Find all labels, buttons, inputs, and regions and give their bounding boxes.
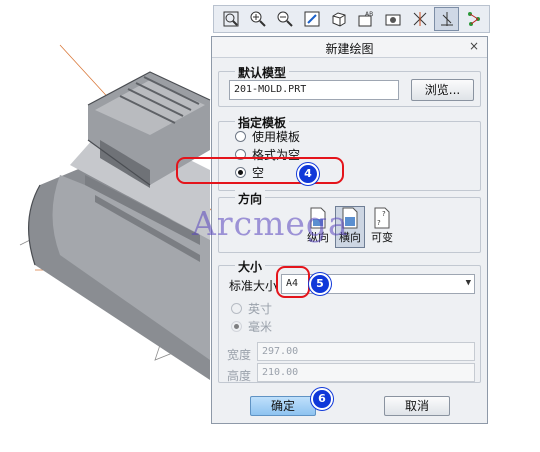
landscape-button[interactable]: 横向	[335, 206, 365, 248]
radio-button-disabled	[231, 302, 242, 314]
svg-text:AB: AB	[365, 11, 373, 18]
size-group: 大小 标准大小 A4 ▼ 英寸 毫米 宽度 297.00 高度 210.00	[218, 258, 481, 383]
variable-page-icon: ??	[374, 207, 390, 229]
variable-button[interactable]: ?? 可变	[367, 206, 397, 248]
radio-button[interactable]	[235, 130, 246, 142]
width-label: 宽度	[227, 348, 252, 362]
refit-icon[interactable]	[218, 7, 243, 31]
dialog-title: 新建绘图	[325, 42, 374, 56]
radio-label: 毫米	[248, 319, 273, 334]
datum-axes-icon[interactable]	[434, 7, 459, 31]
orientation-group: 方向 纵向 横向 ?? 可变	[218, 190, 481, 253]
dialog-title-bar: 新建绘图 ×	[212, 37, 487, 58]
landscape-label: 横向	[339, 231, 361, 244]
datum-points-icon[interactable]	[461, 7, 486, 31]
saved-views-icon[interactable]: AB	[353, 7, 378, 31]
svg-text:?: ?	[377, 219, 381, 227]
radio-label: 使用模板	[252, 129, 301, 144]
radio-button-disabled-selected	[231, 320, 242, 332]
orientation-label: 方向	[235, 190, 266, 207]
highlight-ring-template	[176, 157, 344, 184]
svg-text:?: ?	[382, 210, 386, 218]
radio-inch: 英寸	[231, 300, 272, 316]
new-drawing-dialog: 新建绘图 × 默认模型 201-MOLD.PRT 浏览... 指定模板 使用模板…	[211, 36, 488, 424]
view-toolbar: AB	[213, 5, 490, 33]
radio-millimeter: 毫米	[231, 318, 272, 334]
radio-label: 英寸	[248, 301, 273, 316]
portrait-button[interactable]: 纵向	[303, 206, 333, 248]
zoom-out-icon[interactable]	[272, 7, 297, 31]
height-field: 210.00	[257, 363, 475, 382]
step-badge-4: 4	[297, 163, 319, 185]
zoom-in-icon[interactable]	[245, 7, 270, 31]
landscape-page-icon	[342, 207, 358, 229]
datum-planes-icon[interactable]	[407, 7, 432, 31]
cancel-button[interactable]: 取消	[384, 396, 450, 416]
close-icon[interactable]: ×	[469, 39, 479, 53]
ok-button[interactable]: 确定	[250, 396, 316, 416]
portrait-label: 纵向	[307, 231, 329, 244]
default-model-label: 默认模型	[235, 64, 290, 81]
default-model-group: 默认模型 201-MOLD.PRT 浏览...	[218, 64, 481, 107]
variable-label: 可变	[371, 231, 393, 244]
step-badge-6: 6	[311, 388, 333, 410]
width-field: 297.00	[257, 342, 475, 361]
repaint-icon[interactable]	[299, 7, 324, 31]
portrait-page-icon	[310, 207, 326, 229]
layers-icon[interactable]	[380, 7, 405, 31]
highlight-ring-size	[276, 266, 310, 298]
shading-icon[interactable]	[326, 7, 351, 31]
radio-use-template[interactable]: 使用模板	[235, 128, 300, 144]
height-label: 高度	[227, 369, 252, 383]
chevron-down-icon[interactable]: ▼	[466, 278, 471, 288]
size-label: 大小	[235, 258, 266, 275]
default-model-field[interactable]: 201-MOLD.PRT	[229, 80, 399, 100]
step-badge-5: 5	[309, 273, 331, 295]
standard-size-label: 标准大小	[229, 279, 278, 293]
browse-button[interactable]: 浏览...	[411, 79, 474, 101]
